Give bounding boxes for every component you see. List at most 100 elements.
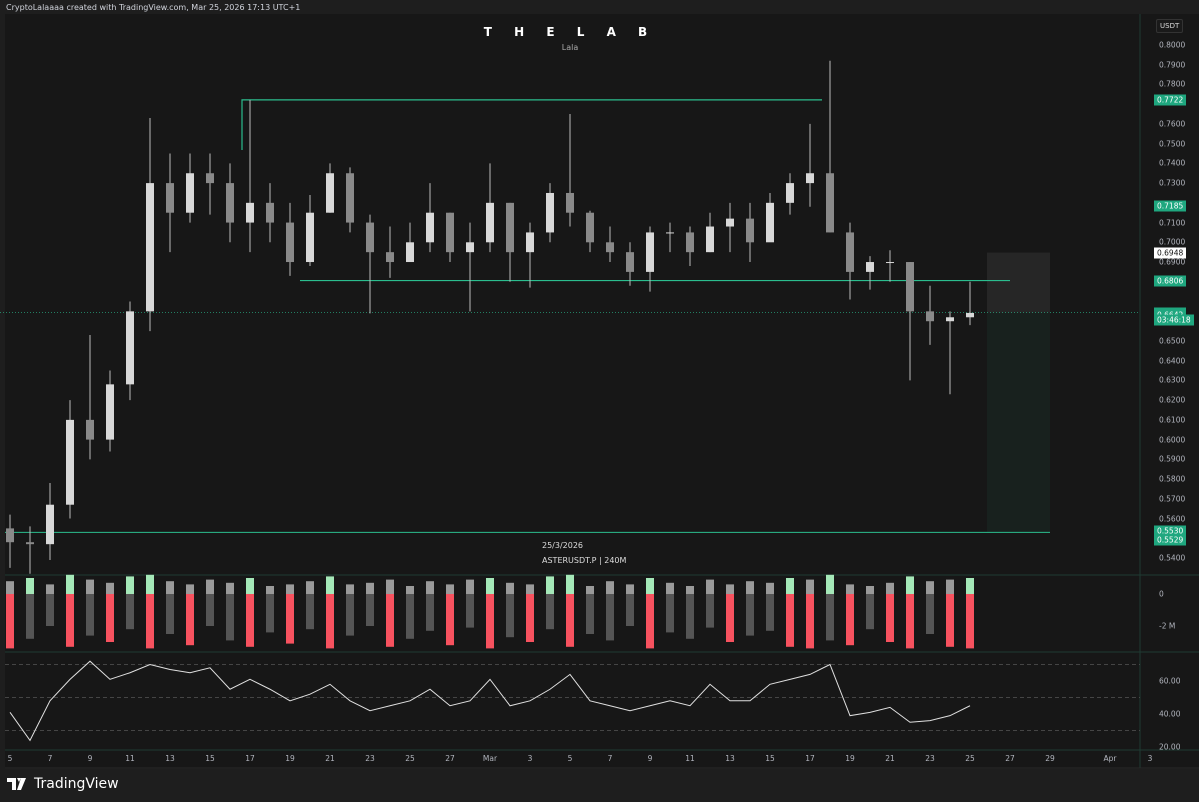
price-tick-label: 0.6400	[1159, 356, 1186, 366]
price-tick-label: 0.5400	[1159, 553, 1186, 563]
candle-body	[6, 528, 14, 543]
volume-tick-label: -2 M	[1159, 621, 1176, 631]
volume-sell-bar	[366, 594, 374, 626]
price-tick-label: 0.6200	[1159, 395, 1186, 405]
candle-body	[586, 212, 594, 243]
time-tick-label: 21	[325, 754, 335, 763]
candle-body	[386, 252, 394, 263]
volume-sell-bar	[526, 594, 534, 642]
candle-body	[226, 183, 234, 223]
rsi-tick-label: 20.00	[1159, 742, 1181, 752]
volume-sell-bar	[126, 594, 134, 630]
candle-body	[926, 311, 934, 322]
candle-body	[126, 311, 134, 385]
price-tick-label: 0.5900	[1159, 454, 1186, 464]
volume-buy-bar	[246, 578, 254, 594]
chart-canvas[interactable]	[0, 0, 1199, 802]
candle-body	[566, 192, 574, 213]
price-tick-label: 0.7600	[1159, 119, 1186, 129]
volume-sell-bar	[766, 594, 774, 631]
candle-body	[726, 218, 734, 227]
candle-body	[186, 173, 194, 213]
price-tick-label: 0.7300	[1159, 178, 1186, 188]
volume-sell-bar	[66, 594, 74, 647]
volume-buy-bar	[646, 578, 654, 594]
candle-body	[426, 212, 434, 243]
volume-buy-bar	[146, 574, 154, 594]
volume-buy-bar	[786, 578, 794, 594]
volume-buy-bar	[526, 584, 534, 594]
position-target-zone	[987, 312, 1050, 533]
volume-sell-bar	[646, 594, 654, 649]
price-badge: 0.6948	[1154, 247, 1187, 259]
volume-sell-bar	[86, 594, 94, 636]
volume-buy-bar	[386, 579, 394, 594]
candle-body	[786, 183, 794, 203]
volume-sell-bar	[866, 594, 874, 630]
time-tick-label: 9	[87, 754, 93, 763]
candle-body	[406, 242, 414, 263]
volume-buy-bar	[486, 578, 494, 594]
price-tick-label: 0.8000	[1159, 40, 1186, 50]
volume-tick-label: 0	[1159, 589, 1164, 599]
position-stop-zone	[987, 252, 1050, 313]
candle-body	[506, 202, 514, 253]
candle-body	[546, 192, 554, 233]
volume-sell-bar	[286, 594, 294, 644]
rsi-tick-label: 40.00	[1159, 709, 1181, 719]
volume-sell-bar	[506, 594, 514, 638]
volume-sell-bar	[706, 594, 714, 628]
volume-sell-bar	[806, 594, 814, 649]
price-tick-label: 0.6500	[1159, 336, 1186, 346]
time-tick-label: 11	[125, 754, 135, 763]
volume-sell-bar	[266, 594, 274, 633]
tradingview-logo[interactable]: TradingView	[7, 776, 119, 792]
candle-body	[806, 173, 814, 184]
volume-buy-bar	[946, 579, 954, 594]
volume-sell-bar	[786, 594, 794, 647]
volume-buy-bar	[166, 581, 174, 594]
price-tick-label: 0.7100	[1159, 218, 1186, 228]
volume-buy-bar	[586, 586, 594, 594]
volume-sell-bar	[466, 594, 474, 628]
candle-body	[886, 262, 894, 264]
volume-buy-bar	[726, 584, 734, 594]
volume-buy-bar	[546, 576, 554, 594]
volume-sell-bar	[726, 594, 734, 642]
time-tick-label: 19	[285, 754, 295, 763]
time-tick-label: 23	[365, 754, 375, 763]
volume-buy-bar	[466, 579, 474, 594]
time-tick-label: 5	[7, 754, 13, 763]
volume-buy-bar	[826, 574, 834, 594]
rsi-line	[9, 660, 971, 742]
volume-sell-bar	[386, 594, 394, 647]
time-tick-label: Mar	[482, 754, 498, 763]
candle-body	[666, 232, 674, 234]
volume-buy-bar	[6, 581, 14, 594]
volume-buy-bar	[706, 579, 714, 594]
volume-sell-bar	[166, 594, 174, 634]
volume-buy-bar	[226, 582, 234, 594]
candle-body	[686, 232, 694, 253]
candle-body	[526, 232, 534, 253]
volume-buy-bar	[26, 578, 34, 594]
candle-body	[166, 183, 174, 213]
price-tick-label: 0.7800	[1159, 79, 1186, 89]
time-tick-label: 15	[205, 754, 215, 763]
currency-button[interactable]: USDT	[1156, 19, 1184, 33]
rsi-tick-label: 60.00	[1159, 676, 1181, 686]
volume-buy-bar	[606, 581, 614, 594]
time-tick-label: 19	[845, 754, 855, 763]
volume-buy-bar	[566, 574, 574, 594]
candle-body	[306, 212, 314, 263]
candle-body	[326, 173, 334, 213]
candle-body	[626, 252, 634, 272]
volume-sell-bar	[6, 594, 14, 649]
volume-buy-bar	[86, 579, 94, 594]
volume-buy-bar	[966, 578, 974, 594]
volume-sell-bar	[666, 594, 674, 633]
candle-body	[266, 202, 274, 223]
time-tick-label: 29	[1045, 754, 1055, 763]
candle-body	[646, 232, 654, 272]
volume-buy-bar	[46, 584, 54, 594]
